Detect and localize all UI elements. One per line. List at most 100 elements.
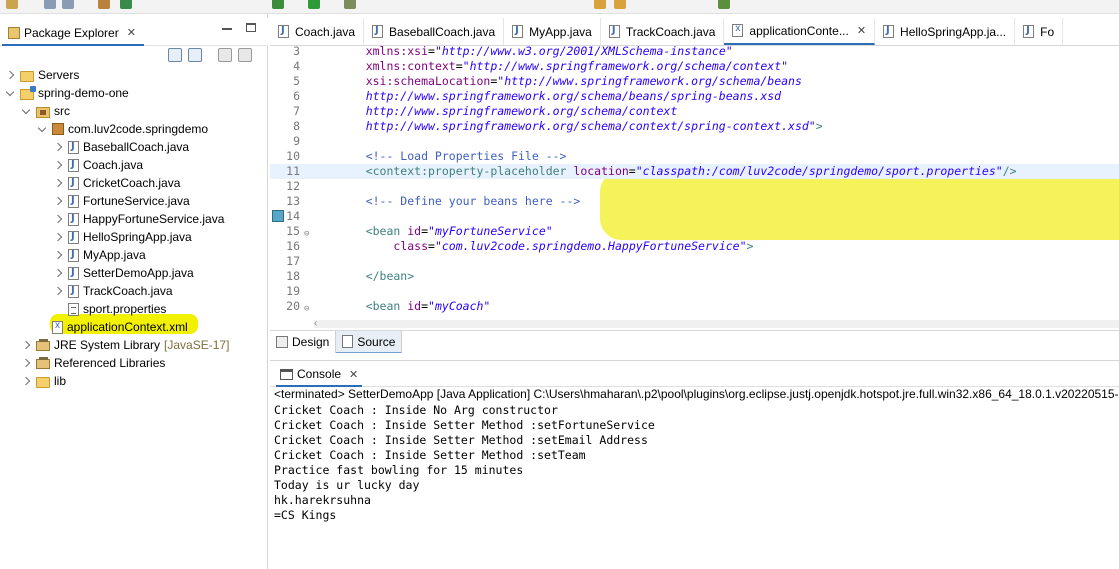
collapsed-chevron-icon[interactable] — [54, 143, 62, 151]
horizontal-scrollbar[interactable]: ‹ — [314, 318, 1119, 329]
tree-item[interactable]: com.luv2code.springdemo — [38, 120, 208, 138]
line-number: 15 — [286, 224, 300, 238]
code-text: http://www.springframework.org/schema/co… — [338, 104, 678, 119]
collapsed-chevron-icon[interactable] — [54, 161, 62, 169]
tree-item[interactable]: src — [22, 102, 70, 120]
properties-file-icon — [68, 302, 79, 316]
expanded-chevron-icon[interactable] — [6, 89, 14, 97]
tree-item[interactable]: HappyFortuneService.java — [54, 210, 224, 228]
line-number: 3 — [293, 44, 300, 58]
maximize-icon[interactable] — [246, 23, 256, 32]
collapsed-chevron-icon[interactable] — [54, 287, 62, 295]
code-line: 7 http://www.springframework.org/schema/… — [270, 104, 1119, 119]
refresh-icon[interactable] — [120, 0, 132, 9]
tree-item[interactable]: TrackCoach.java — [54, 282, 173, 300]
close-icon[interactable]: ✕ — [127, 26, 136, 39]
collapsed-chevron-icon[interactable] — [6, 71, 14, 79]
tree-item[interactable]: SetterDemoApp.java — [54, 264, 194, 282]
collapsed-chevron-icon[interactable] — [54, 215, 62, 223]
collapsed-chevron-icon[interactable] — [54, 269, 62, 277]
minimize-icon[interactable] — [222, 28, 232, 30]
forward-icon[interactable] — [614, 0, 626, 9]
tree-item[interactable]: MyApp.java — [54, 246, 146, 264]
tree-item[interactable]: sport.properties — [54, 300, 166, 318]
collapsed-chevron-icon[interactable] — [54, 251, 62, 259]
collapsed-chevron-icon[interactable] — [22, 377, 30, 385]
build-icon[interactable] — [98, 0, 110, 9]
tab-source[interactable]: Source — [336, 331, 403, 353]
external-tools-icon[interactable] — [344, 0, 356, 9]
tree-item[interactable]: Coach.java — [54, 156, 143, 174]
tree-item[interactable]: CricketCoach.java — [54, 174, 180, 192]
tree-item[interactable]: spring-demo-one — [6, 84, 129, 102]
debug-icon[interactable] — [272, 0, 284, 9]
code-editor[interactable]: 3 xmlns:xsi="http://www.w3.org/2001/XMLS… — [270, 44, 1119, 314]
console-line: hk.harekrsuhna — [274, 493, 371, 507]
tree-item[interactable]: BaseballCoach.java — [54, 138, 189, 156]
save-icon[interactable] — [44, 0, 56, 9]
tree-item-label: src — [54, 104, 70, 118]
expanded-chevron-icon[interactable] — [38, 125, 46, 133]
tree-item[interactable]: Servers — [6, 66, 79, 84]
code-line: 4 xmlns:context="http://www.springframew… — [270, 59, 1119, 74]
code-line: 10 <!-- Load Properties File --> — [270, 149, 1119, 164]
editor-tab-label: applicationConte... — [749, 23, 849, 38]
close-icon[interactable]: ✕ — [857, 24, 866, 37]
open-perspective-icon[interactable] — [718, 0, 730, 9]
back-icon[interactable] — [594, 0, 606, 9]
editor-tab[interactable]: TrackCoach.java — [601, 18, 725, 45]
java-file-icon — [68, 284, 79, 298]
scroll-left-icon[interactable]: ‹ — [314, 318, 317, 329]
collapsed-chevron-icon[interactable] — [22, 359, 30, 367]
tab-package-explorer[interactable]: Package Explorer ✕ — [2, 20, 144, 46]
tab-design[interactable]: Design — [270, 331, 337, 353]
tree-item[interactable]: HelloSpringApp.java — [54, 228, 192, 246]
editor-tab[interactable]: Coach.java — [270, 18, 365, 45]
view-menu-icon[interactable] — [218, 48, 232, 62]
editor-tab[interactable]: BaseballCoach.java — [364, 18, 505, 45]
code-line: 12 — [270, 179, 1119, 194]
editor-tab[interactable]: HelloSpringApp.ja... — [875, 18, 1016, 45]
new-icon[interactable] — [6, 0, 18, 9]
tab-label: Source — [357, 334, 396, 349]
console-line: Today is ur lucky day — [274, 478, 420, 492]
code-line: 9 — [270, 134, 1119, 149]
more-icon[interactable] — [238, 48, 252, 62]
close-icon[interactable]: ✕ — [349, 368, 358, 381]
tree-item[interactable]: lib — [22, 372, 66, 390]
tree-item[interactable]: JRE System Library [JavaSE-17] — [22, 336, 229, 354]
tab-console[interactable]: Console ✕ — [276, 363, 363, 387]
code-token: "com.luv2code.springdemo.HappyFortuneSer… — [434, 239, 747, 253]
tree-item-label: CricketCoach.java — [83, 176, 181, 190]
code-token: = — [455, 59, 463, 73]
design-icon — [276, 336, 288, 348]
save-all-icon[interactable] — [62, 0, 74, 9]
code-token: class — [393, 239, 429, 253]
tree-item[interactable]: applicationContext.xml — [38, 318, 188, 336]
java-file-icon — [68, 158, 79, 172]
code-text: <context:property-placeholder location="… — [338, 164, 1017, 179]
expanded-chevron-icon[interactable] — [22, 107, 30, 115]
collapsed-chevron-icon[interactable] — [22, 341, 30, 349]
editor-tab[interactable]: MyApp.java — [504, 18, 601, 45]
run-icon[interactable] — [308, 0, 320, 9]
code-text: <!-- Load Properties File --> — [338, 149, 567, 164]
console-output[interactable]: Cricket Coach : Inside No Arg constructo… — [274, 403, 1119, 523]
collapsed-chevron-icon[interactable] — [54, 233, 62, 241]
line-number: 7 — [293, 104, 300, 118]
code-text: http://www.springframework.org/schema/be… — [338, 89, 781, 104]
fold-toggle-icon[interactable]: ⊖ — [304, 302, 309, 314]
tree-item[interactable]: FortuneService.java — [54, 192, 190, 210]
collapsed-chevron-icon[interactable] — [54, 179, 62, 187]
link-with-editor-icon[interactable] — [188, 48, 202, 62]
code-token: = — [421, 299, 429, 313]
collapsed-chevron-icon[interactable] — [54, 197, 62, 205]
console-line: Practice fast bowling for 15 minutes — [274, 463, 524, 477]
editor-tab[interactable]: Fo — [1015, 18, 1064, 45]
tree-item[interactable]: Referenced Libraries — [22, 354, 165, 372]
line-number: 12 — [286, 179, 300, 193]
code-token: <bean — [338, 224, 408, 238]
collapse-all-icon[interactable] — [168, 48, 182, 62]
editor-tab[interactable]: applicationConte... ✕ — [724, 18, 876, 45]
java-file-icon — [883, 25, 895, 38]
